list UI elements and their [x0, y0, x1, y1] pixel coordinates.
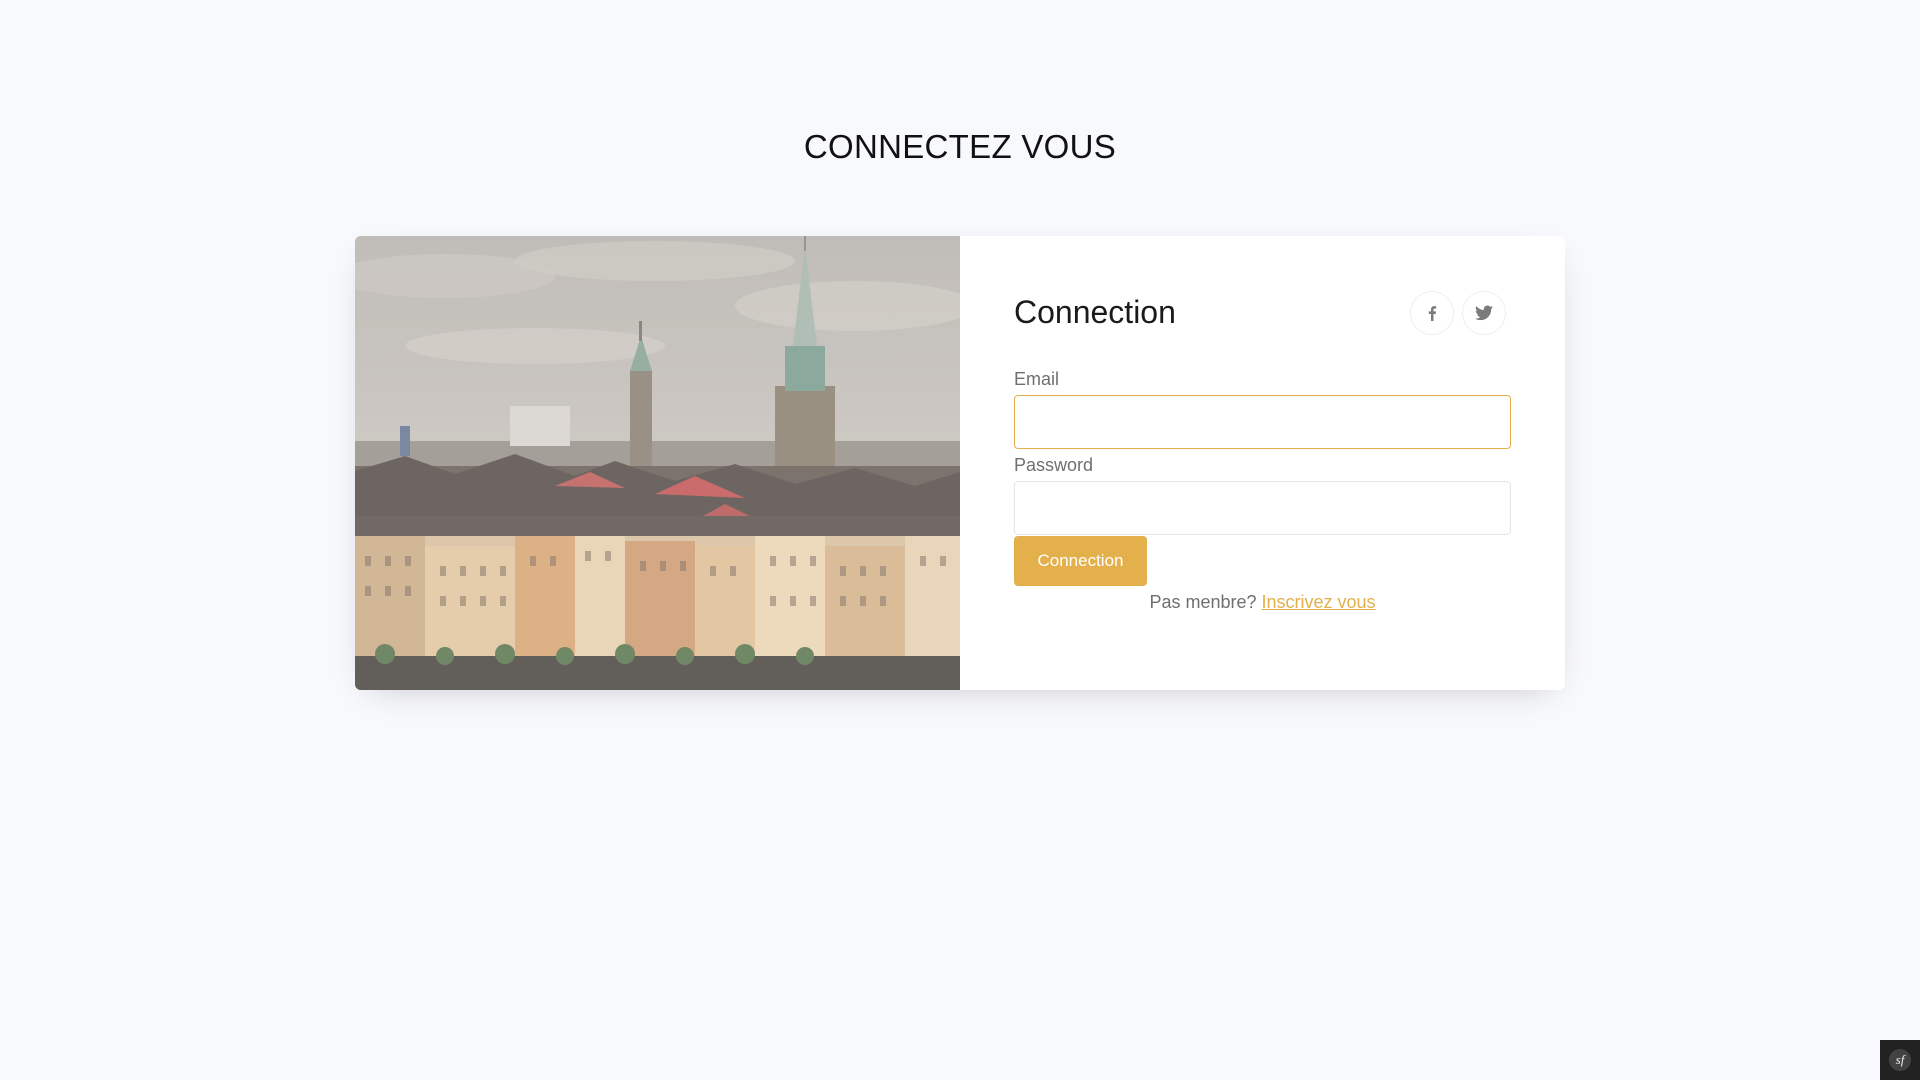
- city-photo-illustration: [355, 236, 960, 690]
- facebook-icon: [1428, 306, 1437, 321]
- symfony-icon: sf: [1889, 1049, 1911, 1071]
- signup-prompt: Pas menbre? Inscrivez vous: [960, 592, 1565, 613]
- password-field[interactable]: [1014, 481, 1511, 535]
- email-field[interactable]: [1014, 395, 1511, 449]
- symfony-toolbar-button[interactable]: sf: [1880, 1040, 1920, 1080]
- twitter-button[interactable]: [1462, 291, 1506, 335]
- facebook-button[interactable]: [1410, 291, 1454, 335]
- city-photo: [355, 236, 960, 690]
- signup-link[interactable]: Inscrivez vous: [1262, 592, 1376, 612]
- connection-button[interactable]: Connection: [1014, 536, 1147, 586]
- twitter-icon: [1475, 305, 1493, 321]
- login-card: [355, 236, 1565, 690]
- signup-prompt-text: Pas menbre?: [1149, 592, 1257, 612]
- page-title: CONNECTEZ VOUS: [803, 128, 1117, 165]
